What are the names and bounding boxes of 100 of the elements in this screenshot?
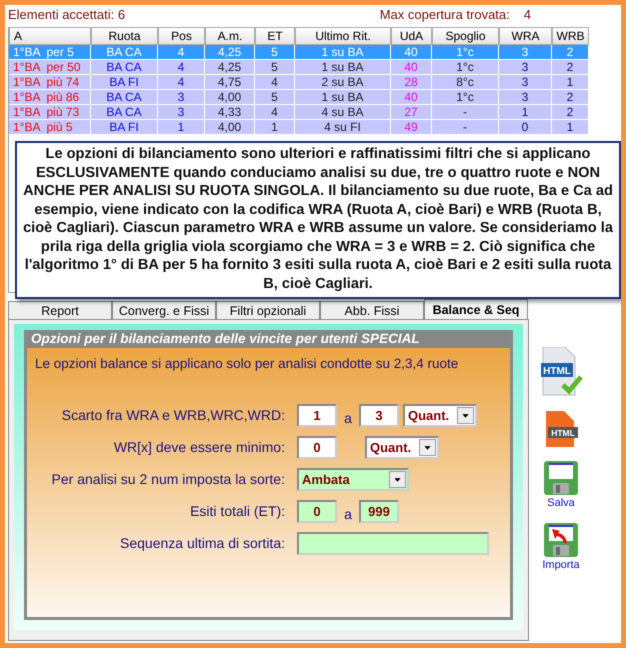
table-cell: 3 — [499, 45, 552, 60]
table-cell: 1 su BA — [295, 45, 391, 60]
floppy-import-icon — [544, 523, 578, 557]
table-cell: 49 — [391, 120, 432, 135]
table-cell: 1°c — [432, 90, 499, 105]
table-cell: 40 — [391, 90, 432, 105]
table-cell: 4 — [158, 60, 205, 75]
column-header[interactable]: A.m. — [205, 27, 255, 45]
table-cell: 4,25 — [205, 60, 255, 75]
table-cell: BA FI — [91, 75, 158, 90]
table-cell: BA CA — [91, 90, 158, 105]
table-cell: 1°BA più 73 — [9, 105, 91, 120]
table-cell: 3 — [499, 75, 552, 90]
table-cell: 1°BA per 50 — [9, 60, 91, 75]
table-cell: 28 — [391, 75, 432, 90]
table-cell: 1 su BA — [295, 90, 391, 105]
table-cell: 5 — [255, 90, 295, 105]
table-cell: 1 — [158, 120, 205, 135]
table-cell: BA FI — [91, 120, 158, 135]
column-header[interactable]: WRA — [499, 27, 552, 45]
table-cell: 4 su FI — [295, 120, 391, 135]
table-cell: 4 — [255, 75, 295, 90]
table-cell: 27 — [391, 105, 432, 120]
input-field[interactable]: 1 — [297, 404, 337, 426]
dropdown[interactable]: Ambata — [297, 468, 409, 490]
table-cell: 1 — [255, 120, 295, 135]
table-cell: 4,75 — [205, 75, 255, 90]
table-cell: 3 — [158, 105, 205, 120]
table-cell: 40 — [391, 45, 432, 60]
table-cell: 2 — [552, 60, 589, 75]
table-cell: 3 — [499, 90, 552, 105]
table-cell: 2 — [552, 90, 589, 105]
table-cell: 3 — [499, 60, 552, 75]
coverage-value: 4 — [524, 7, 531, 24]
table-cell: 4 — [158, 75, 205, 90]
group-title: Opzioni per il bilanciamento delle vincite per utenti SPECIAL — [27, 330, 510, 348]
table-cell: 5 — [255, 60, 295, 75]
table-cell: BA CA — [91, 45, 158, 60]
table-cell: 4 — [158, 45, 205, 60]
table-cell: 2 su BA — [295, 75, 391, 90]
table-cell: 1°BA più 5 — [9, 120, 91, 135]
tab[interactable]: Balance & Seq — [424, 299, 528, 319]
import-button[interactable]: Importa — [542, 523, 580, 571]
input-field[interactable]: 3 — [359, 404, 399, 426]
input-field[interactable]: 0 — [297, 500, 337, 522]
table-cell: 1 — [499, 105, 552, 120]
caret-icon — [457, 406, 474, 424]
table-cell: 2 — [552, 105, 589, 120]
table-cell: 4 su BA — [295, 105, 391, 120]
table-cell: 3 — [158, 90, 205, 105]
table-cell: 5 — [255, 45, 295, 60]
table-cell: 40 — [391, 60, 432, 75]
table-cell: 2 — [552, 45, 589, 60]
table-cell: 1°BA per 5 — [9, 45, 91, 60]
tab[interactable]: Report — [8, 301, 112, 319]
table-cell: 4,00 — [205, 90, 255, 105]
coverage-label: Max copertura trovata: — [380, 7, 510, 24]
tab[interactable]: Filtri opzionali — [216, 301, 320, 319]
caret-icon — [419, 438, 436, 456]
table-cell: - — [432, 105, 499, 120]
column-header[interactable]: Pos — [158, 27, 205, 45]
column-header[interactable]: Ruota — [91, 27, 158, 45]
dropdown[interactable]: Quant. — [403, 404, 477, 426]
table-cell: 1°c — [432, 45, 499, 60]
range-separator: a — [343, 505, 353, 522]
table-cell: 1 — [552, 120, 589, 135]
table-cell: 4,00 — [205, 120, 255, 135]
table-cell: 1 su BA — [295, 60, 391, 75]
input-field[interactable] — [297, 532, 489, 554]
column-header[interactable]: A — [9, 27, 91, 45]
table-cell: 8°c — [432, 75, 499, 90]
field-label: Per analisi su 2 num imposta la sorte: — [50, 471, 286, 487]
field-label: Scarto fra WRA e WRB,WRC,WRD: — [60, 407, 286, 423]
dropdown[interactable]: Quant. — [365, 436, 439, 458]
tab[interactable]: Converg. e Fissi — [112, 301, 216, 319]
table-cell: 1°BA più 74 — [9, 75, 91, 90]
info-callout: Le opzioni di bilanciamento sono ulteriori e raffinatissimi filtri che si applicano ESCLUSIVAMENTE quando conduciamo analisi su due, tre o quattro ruote e NON ANCHE PER ANALISI SU RUOTA SINGOLA. Il bilanciamento su due ruote, Ba e Ca ad esempio, viene indicato con la codifica WRA (Ruota A, cioè Bari) e WRB (Ruota B, cioè Cagliari). Ciascun parametro WRA e WRB assume un valore. Se consideriamo la prila riga della griglia viola scorgiamo che WRA = 3 e WRB = 2. Ciò significa che l'algoritmo 1° di BA per 5 ha fornito 3 esiti sulla ruota A, cioè Bari e 2 esiti sulla ruota B, cioè Cagliari. — [15, 141, 621, 299]
column-header[interactable]: Ultimo Rit. — [295, 27, 391, 45]
save-button[interactable]: Salva — [544, 461, 578, 509]
column-header[interactable]: WRB — [552, 27, 589, 45]
table-cell: 4,25 — [205, 45, 255, 60]
range-separator: a — [343, 409, 353, 426]
field-label: Sequenza ultima di sortita: — [119, 535, 286, 551]
table-cell: BA CA — [91, 105, 158, 120]
input-field[interactable]: 999 — [359, 500, 399, 522]
input-field[interactable]: 0 — [297, 436, 337, 458]
column-header[interactable]: Spoglio — [432, 27, 499, 45]
table-cell: 1 — [552, 75, 589, 90]
table-cell: 0 — [499, 120, 552, 135]
tab[interactable]: Abb. Fissi — [320, 301, 424, 319]
column-header[interactable]: ET — [255, 27, 295, 45]
table-cell: BA CA — [91, 60, 158, 75]
column-header[interactable]: UdA — [391, 27, 432, 45]
table-cell: 4 — [255, 105, 295, 120]
table-cell: 1°BA più 86 — [9, 90, 91, 105]
caret-icon — [389, 470, 406, 488]
field-label: WR[x] deve essere minimo: — [112, 439, 286, 455]
table-cell: 1°c — [432, 60, 499, 75]
accepted-count: Elementi accettati: 6 — [8, 7, 126, 24]
field-label: Esiti totali (ET): — [189, 503, 286, 519]
